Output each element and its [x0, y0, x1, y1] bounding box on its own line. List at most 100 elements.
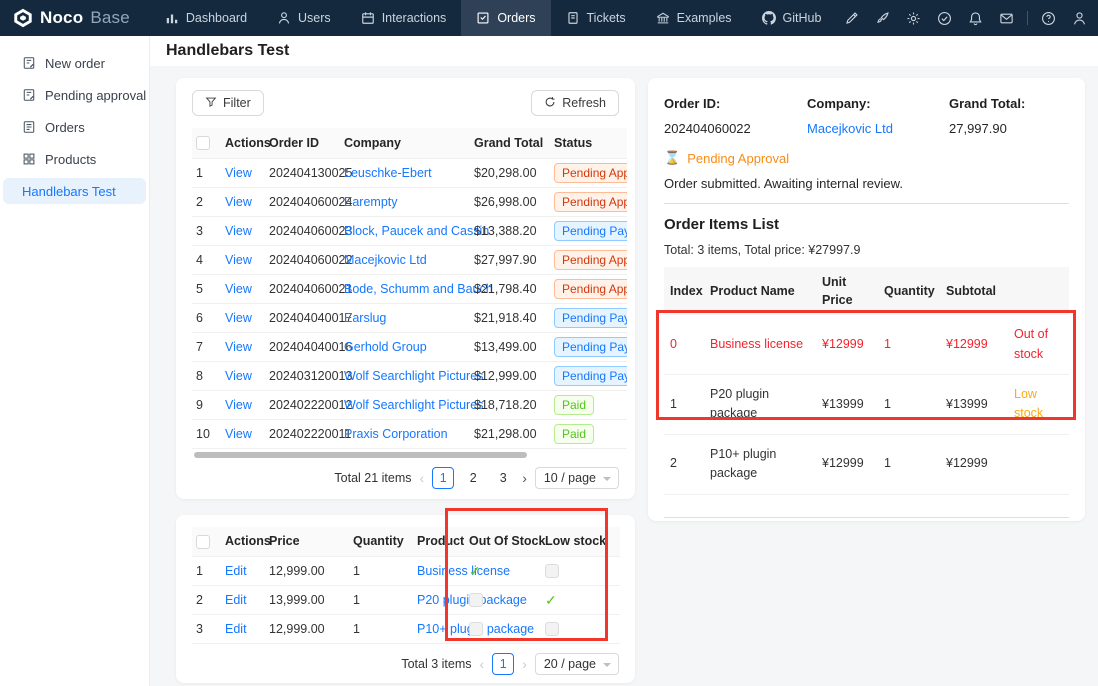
- products-page-size-select[interactable]: 20 / page: [535, 653, 619, 675]
- checkbox-unchecked: [545, 564, 559, 578]
- next-page-icon[interactable]: ›: [522, 657, 527, 671]
- nav-item-tickets[interactable]: Tickets: [551, 0, 641, 36]
- bell-button[interactable]: [960, 0, 991, 36]
- select-all-checkbox[interactable]: [196, 136, 210, 150]
- nav-item-examples[interactable]: Examples: [641, 0, 747, 36]
- company-link[interactable]: Wolf Searchlight Pictures: [344, 398, 483, 412]
- select-all-checkbox[interactable]: [196, 535, 210, 549]
- orders-table: Actions Order ID Company Grand Total Sta…: [192, 128, 627, 449]
- row-index: 7: [192, 332, 221, 361]
- row-index: 3: [192, 615, 221, 644]
- horizontal-scrollbar[interactable]: [192, 452, 619, 458]
- order-id-cell: 202404060021: [265, 274, 340, 303]
- view-link[interactable]: View: [225, 398, 252, 412]
- next-page-icon[interactable]: ›: [522, 471, 527, 485]
- column-header-company: Company: [340, 128, 470, 158]
- view-link[interactable]: View: [225, 253, 252, 267]
- item-unit-price: ¥12999: [816, 434, 878, 494]
- edit-link[interactable]: Edit: [225, 622, 247, 636]
- view-link[interactable]: View: [225, 427, 252, 441]
- form-icon: [22, 56, 36, 70]
- company-link[interactable]: Praxis Corporation: [344, 427, 448, 441]
- item-index: 2: [664, 434, 704, 494]
- mail-button[interactable]: [991, 0, 1022, 36]
- company-link[interactable]: Macejkovic Ltd: [344, 253, 427, 267]
- page-number-1[interactable]: 1: [492, 653, 514, 675]
- view-link[interactable]: View: [225, 340, 252, 354]
- sidebar-item-orders[interactable]: Orders: [3, 114, 146, 140]
- checkbox-unchecked: [469, 593, 483, 607]
- divider: [664, 517, 1069, 518]
- filter-button[interactable]: Filter: [192, 90, 264, 116]
- order-row: 1View202404130025Leuschke-Ebert$20,298.0…: [192, 158, 627, 187]
- company-link[interactable]: Earempty: [344, 195, 398, 209]
- column-header-product-name: Product Name: [704, 267, 816, 315]
- company-link[interactable]: Leuschke-Ebert: [344, 166, 432, 180]
- sidebar-item-handlebars-test[interactable]: Handlebars Test: [3, 178, 146, 204]
- view-link[interactable]: View: [225, 195, 252, 209]
- order-id-cell: 202402220011: [265, 419, 340, 448]
- view-link[interactable]: View: [225, 224, 252, 238]
- order-id-cell: 202403120013: [265, 361, 340, 390]
- sidebar-item-pending-approval[interactable]: Pending approval: [3, 82, 146, 108]
- stock-status-label: Low stock: [1014, 387, 1043, 420]
- row-index: 2: [192, 586, 221, 615]
- brush-button[interactable]: [867, 0, 898, 36]
- company-link[interactable]: Earslug: [344, 311, 386, 325]
- sidebar-item-new-order[interactable]: New order: [3, 50, 146, 76]
- product-link[interactable]: Business license: [417, 564, 510, 578]
- checkbox-unchecked: [545, 622, 559, 636]
- row-index: 9: [192, 390, 221, 419]
- column-header-order-id: Order ID: [265, 128, 340, 158]
- edit-link[interactable]: Edit: [225, 564, 247, 578]
- order-items-title: Order Items List: [664, 216, 1069, 233]
- prev-page-icon[interactable]: ‹: [480, 657, 485, 671]
- status-badge: Pending Payment: [554, 308, 627, 328]
- item-quantity: 1: [878, 315, 940, 374]
- company-link[interactable]: Wolf Searchlight Pictures: [344, 369, 483, 383]
- item-product-name: P20 plugin package: [704, 375, 816, 435]
- nav-item-orders[interactable]: Orders: [461, 0, 550, 36]
- item-unit-price: ¥12999: [816, 315, 878, 374]
- company-link[interactable]: Bode, Schumm and Bauch: [344, 282, 493, 296]
- profile-button[interactable]: [1064, 0, 1095, 36]
- grand-total-value: 27,997.90: [949, 121, 1025, 136]
- grand-total-cell: $18,718.20: [470, 390, 550, 419]
- check-circle-button[interactable]: [929, 0, 960, 36]
- orders-page-size-select[interactable]: 10 / page: [535, 467, 619, 489]
- grand-total-cell: $13,499.00: [470, 332, 550, 361]
- nav-item-github[interactable]: GitHub: [747, 0, 837, 36]
- edit-link[interactable]: Edit: [225, 593, 247, 607]
- pen-button[interactable]: [836, 0, 867, 36]
- view-link[interactable]: View: [225, 166, 252, 180]
- products-total-label: Total 3 items: [401, 657, 471, 671]
- prev-page-icon[interactable]: ‹: [420, 471, 425, 485]
- view-link[interactable]: View: [225, 282, 252, 296]
- calendar-icon: [361, 11, 375, 25]
- brand[interactable]: NocoBase: [0, 0, 150, 36]
- nav-item-users[interactable]: Users: [262, 0, 346, 36]
- view-link[interactable]: View: [225, 311, 252, 325]
- page-number-1[interactable]: 1: [432, 467, 454, 489]
- sidebar-item-products[interactable]: Products: [3, 146, 146, 172]
- order-row: 10View202402220011Praxis Corporation$21,…: [192, 419, 627, 448]
- company-link[interactable]: Block, Paucek and Cassin: [344, 224, 489, 238]
- company-link[interactable]: Macejkovic Ltd: [807, 121, 893, 136]
- orders-icon: [476, 11, 490, 25]
- scrollbar-thumb[interactable]: [194, 452, 527, 458]
- status-badge: Pending Payment: [554, 337, 627, 357]
- help-circle-button[interactable]: [1033, 0, 1064, 36]
- page-number-2[interactable]: 2: [462, 467, 484, 489]
- view-link[interactable]: View: [225, 369, 252, 383]
- page-number-3[interactable]: 3: [492, 467, 514, 489]
- status-badge: Pending Payment: [554, 366, 627, 386]
- gear-button[interactable]: [898, 0, 929, 36]
- company-link[interactable]: Gerhold Group: [344, 340, 427, 354]
- nav-item-interactions[interactable]: Interactions: [346, 0, 462, 36]
- status-badge: Pending Approval: [554, 250, 627, 270]
- refresh-button[interactable]: Refresh: [531, 90, 619, 116]
- product-row: 3Edit12,999.001P10+ plugin package: [192, 615, 620, 644]
- nav-item-dashboard[interactable]: Dashboard: [150, 0, 262, 36]
- check-icon: ✓: [469, 563, 481, 579]
- quantity-cell: 1: [349, 557, 413, 586]
